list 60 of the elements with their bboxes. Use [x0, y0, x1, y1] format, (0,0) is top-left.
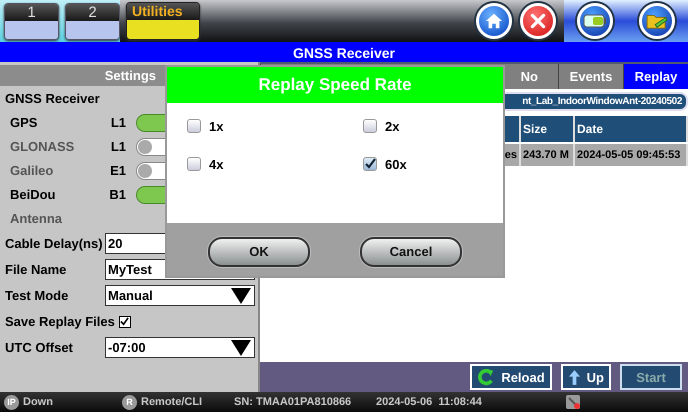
option-label: 60x [385, 156, 407, 172]
battery-icon [583, 14, 607, 28]
dropdown[interactable]: -07:00 [105, 337, 255, 358]
section-label: Antenna [9, 210, 63, 228]
status-badge: IP [4, 394, 19, 410]
field-label: UTC Offset [5, 340, 74, 355]
option-label: 4x [209, 156, 224, 172]
tab[interactable]: Utilities [126, 2, 200, 40]
battery-button[interactable] [577, 3, 613, 39]
checkbox[interactable] [363, 119, 377, 133]
window-title: GNSS Receiver [0, 42, 688, 62]
up-button[interactable]: Up [560, 364, 611, 390]
status-text: 2024-05-06 11:08:44 [376, 396, 482, 408]
band-label: B1 [108, 187, 126, 202]
field-label: Save Replay Files [5, 314, 115, 329]
field-label: Test Mode [5, 288, 70, 303]
dialog-title: Replay Speed Rate [167, 67, 503, 103]
tab[interactable]: Events [558, 64, 623, 89]
dropdown[interactable]: Manual [105, 285, 255, 306]
close-icon [530, 13, 546, 29]
folder-button[interactable] [639, 3, 675, 39]
reload-icon [477, 368, 496, 386]
dropdown-arrow-icon [231, 340, 251, 356]
constellation-label: GPS [10, 115, 38, 130]
status-text: SN: TMAA01PA810866 [234, 396, 352, 408]
cancel-button[interactable]: Cancel [360, 236, 462, 266]
reload-button[interactable]: Reload [470, 364, 552, 390]
home-icon [485, 12, 503, 30]
network-icon [566, 395, 580, 409]
status-badge: R [122, 394, 137, 410]
home-button[interactable] [476, 3, 512, 39]
constellation-label: GLONASS [10, 139, 76, 154]
column-header: Size [521, 116, 575, 142]
field-label: Cable Delay(ns) [5, 236, 104, 251]
up-arrow-icon [568, 368, 581, 386]
tab[interactable]: 1 [4, 3, 59, 40]
option-label: 1x [209, 118, 224, 134]
checkbox[interactable] [118, 316, 131, 328]
section-title: GNSS Receiver [4, 90, 101, 108]
band-label: L1 [110, 115, 126, 130]
status-text: Down [23, 396, 53, 408]
checkbox[interactable] [187, 157, 201, 171]
tab[interactable]: Replay [623, 64, 688, 89]
close-button[interactable] [520, 3, 556, 39]
status-text: Remote/CLI [141, 396, 202, 408]
band-label: L1 [110, 139, 126, 154]
option-label: 2x [385, 118, 400, 134]
constellation-label: BeiDou [10, 187, 56, 202]
folder-icon [646, 12, 668, 30]
ok-button[interactable]: OK [208, 236, 310, 266]
checkbox[interactable] [187, 119, 201, 133]
band-label: E1 [109, 163, 126, 178]
checkbox[interactable] [363, 157, 377, 171]
dropdown-arrow-icon [231, 288, 251, 304]
tab[interactable]: 2 [65, 3, 120, 40]
constellation-label: Galileo [10, 163, 54, 178]
table-cell: 243.70 M [521, 144, 575, 166]
column-header: Date [575, 116, 688, 142]
field-label: File Name [5, 262, 68, 277]
table-cell: 2024-05-05 09:45:53 [575, 144, 688, 166]
